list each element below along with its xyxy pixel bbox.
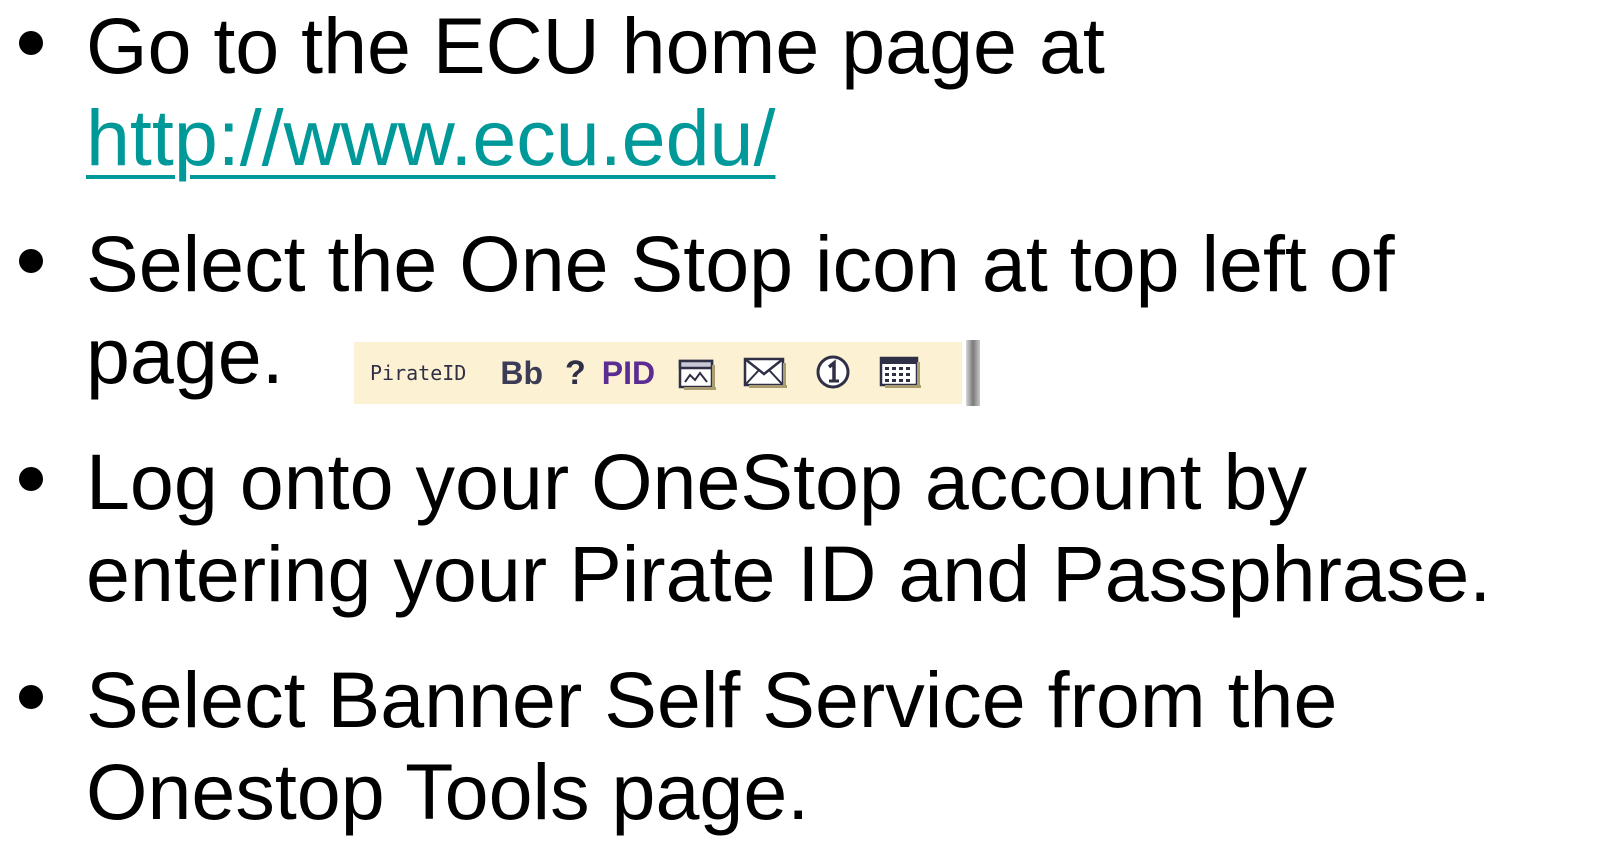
bullet-text: Log onto your OneStop account by [86, 437, 1307, 526]
bullet-item-4: Select Banner Self Service from the Ones… [0, 654, 1337, 838]
pirateid-button[interactable]: PirateID [370, 351, 466, 395]
bullet-text: Select the One Stop icon at top left of [86, 219, 1395, 308]
toolbar-edge [966, 340, 980, 406]
slide: Go to the ECU home page at http://www.ec… [0, 0, 1604, 863]
bullet-item-1: Go to the ECU home page at http://www.ec… [0, 0, 1105, 184]
bullet-dot [19, 685, 43, 709]
mail-icon[interactable] [743, 351, 789, 395]
onestop-toolbar: PirateID Bb ? PID [354, 340, 980, 406]
blackboard-button[interactable]: Bb [500, 351, 543, 395]
bullet-dot [19, 249, 43, 273]
calendar-icon[interactable] [879, 351, 923, 395]
bullet-dot [19, 467, 43, 491]
bullet-text: Select Banner Self Service from the [86, 655, 1338, 744]
pid-button[interactable]: PID [602, 351, 655, 395]
toolbar-body: PirateID Bb ? PID [354, 342, 962, 404]
bullet-item-3: Log onto your OneStop account by enterin… [0, 436, 1491, 620]
bullet-text: entering your Pirate ID and Passphrase. [86, 529, 1492, 618]
bullet-text: Onestop Tools page. [86, 747, 810, 836]
help-button[interactable]: ? [565, 351, 586, 395]
bullet-text: Go to the ECU home page at [86, 1, 1105, 90]
bullet-dot [19, 31, 43, 55]
folder-icon[interactable] [677, 351, 717, 395]
onestop-icon[interactable] [815, 351, 853, 395]
ecu-homepage-link[interactable]: http://www.ecu.edu/ [86, 93, 775, 182]
